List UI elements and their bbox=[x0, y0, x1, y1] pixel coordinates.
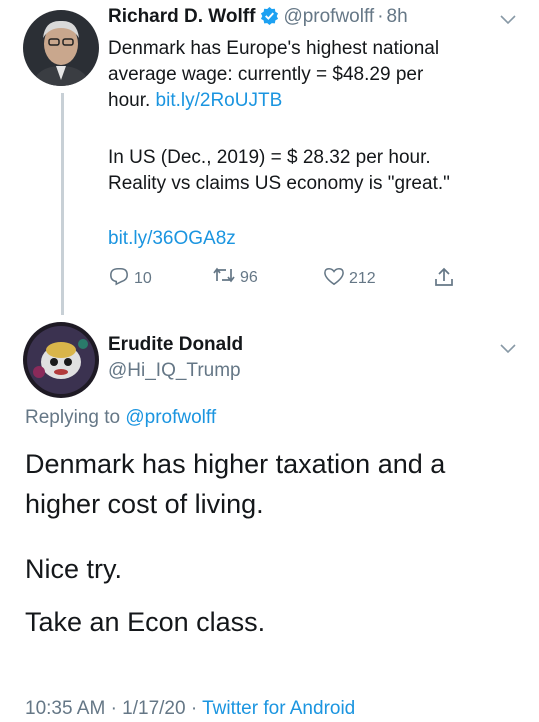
tweet2-body-paragraph3: Take an Econ class. bbox=[25, 607, 266, 637]
text-line: hour. bit.ly/2RoUJTB bbox=[108, 88, 518, 114]
share-button[interactable] bbox=[433, 266, 459, 293]
thread-connector-line bbox=[61, 93, 64, 315]
text-line: average wage: currently = $48.29 per bbox=[108, 64, 424, 85]
separator-dot: · bbox=[110, 698, 117, 719]
text-line: Denmark has Europe's highest national bbox=[108, 38, 440, 59]
retweet-button[interactable]: 96 bbox=[212, 266, 258, 289]
author-handle-2[interactable]: @Hi_IQ_Trump bbox=[108, 360, 241, 382]
footer-source-link[interactable]: Twitter for Android bbox=[202, 698, 355, 719]
tweet1-actions: 10 96 212 bbox=[108, 266, 468, 290]
tweet-link-2[interactable]: bit.ly/36OGA8z bbox=[108, 228, 236, 250]
share-icon bbox=[433, 266, 459, 293]
retweet-icon bbox=[212, 266, 240, 289]
text-line: higher cost of living. bbox=[25, 489, 264, 519]
reply-count: 10 bbox=[134, 269, 152, 287]
author-name[interactable]: Richard D. Wolff bbox=[108, 6, 255, 27]
chevron-down-icon[interactable] bbox=[500, 12, 516, 30]
author-name-2[interactable]: Erudite Donald bbox=[108, 334, 243, 356]
tweet-footer: 10:35 AM · 1/17/20 · Twitter for Android bbox=[25, 698, 355, 720]
retweet-count: 96 bbox=[240, 268, 258, 286]
separator-dot: · bbox=[377, 6, 384, 27]
like-count: 212 bbox=[349, 269, 376, 287]
tweet1-text: Denmark has Europe's highest national av… bbox=[108, 36, 518, 114]
verified-badge-icon bbox=[260, 6, 279, 30]
text-span: hour. bbox=[108, 90, 156, 111]
tweet-time[interactable]: 8h bbox=[387, 6, 408, 27]
replying-label: Replying to bbox=[25, 407, 121, 428]
replying-handle-link[interactable]: @profwolff bbox=[125, 407, 216, 428]
author-handle[interactable]: @profwolff bbox=[283, 6, 374, 27]
text-line: In US (Dec., 2019) = $ 28.32 per hour. bbox=[108, 147, 431, 168]
tweet1-header: Richard D. Wolff @profwolff · 8h bbox=[108, 6, 408, 30]
chevron-down-icon[interactable] bbox=[500, 341, 516, 359]
tweet1-paragraph2: In US (Dec., 2019) = $ 28.32 per hour. R… bbox=[108, 145, 528, 197]
tweet-link[interactable]: bit.ly/2RoUJTB bbox=[156, 90, 283, 111]
tweet2-body-paragraph1: Denmark has higher taxation and a higher… bbox=[25, 444, 525, 524]
text-line: Reality vs claims US economy is "great." bbox=[108, 173, 450, 194]
avatar-erudite-donald[interactable] bbox=[23, 322, 99, 398]
reply-icon bbox=[108, 266, 134, 291]
avatar-richard-wolff[interactable] bbox=[23, 10, 99, 86]
heart-icon bbox=[323, 266, 349, 291]
reply-button[interactable]: 10 bbox=[108, 266, 152, 291]
footer-date[interactable]: 1/17/20 bbox=[122, 698, 185, 719]
tweet2-body-paragraph2: Nice try. bbox=[25, 554, 123, 584]
footer-time[interactable]: 10:35 AM bbox=[25, 698, 105, 719]
like-button[interactable]: 212 bbox=[323, 266, 376, 291]
separator-dot: · bbox=[190, 698, 198, 719]
replying-to: Replying to @profwolff bbox=[25, 407, 216, 429]
text-line: Denmark has higher taxation and a bbox=[25, 449, 446, 479]
